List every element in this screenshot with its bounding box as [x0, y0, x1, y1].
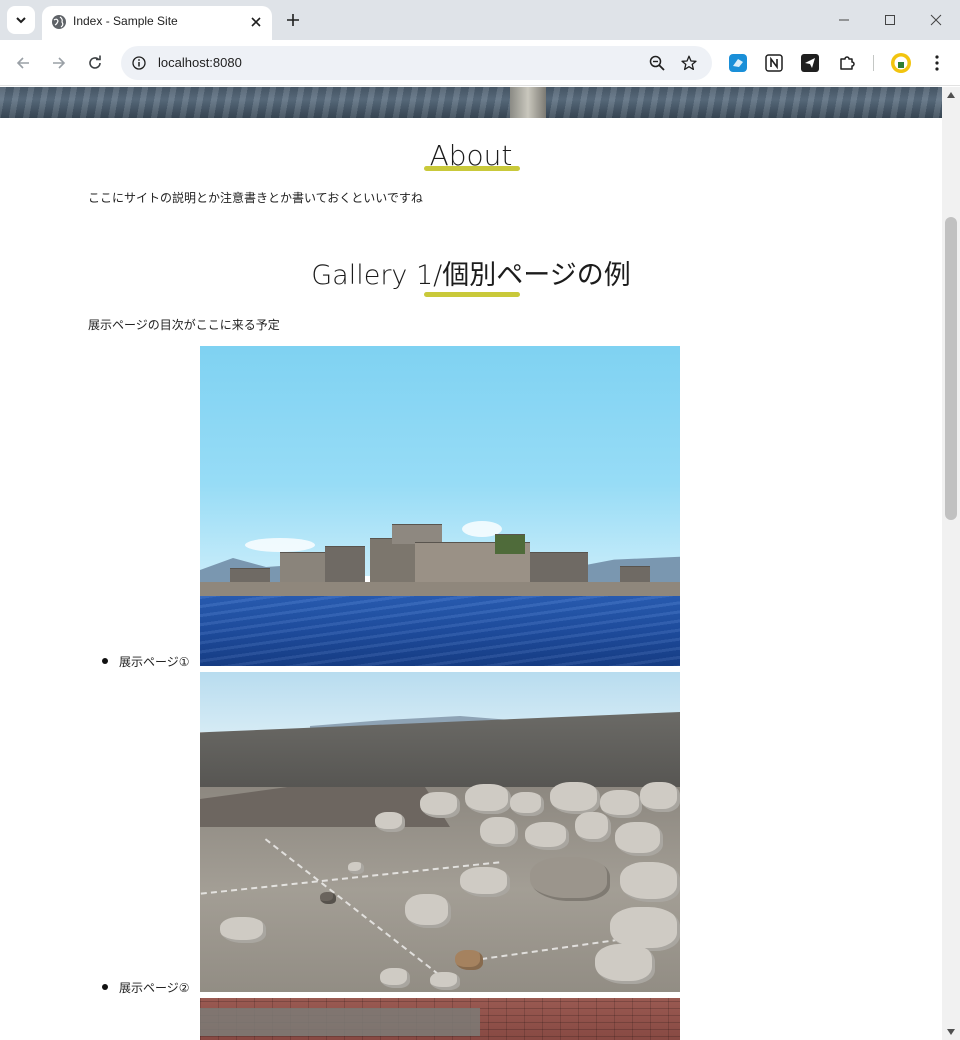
- chevron-down-icon: [16, 17, 26, 24]
- profile-avatar-icon: [891, 53, 911, 73]
- info-icon: [132, 56, 146, 70]
- close-window-icon: [930, 14, 942, 26]
- list-bullet: [102, 984, 108, 990]
- star-icon: [681, 55, 697, 71]
- maximize-button[interactable]: [879, 9, 901, 31]
- hero-image: [0, 87, 942, 118]
- notion-extension-button[interactable]: [763, 52, 785, 74]
- list-bullet: [102, 658, 108, 664]
- notion-extension-icon: [765, 54, 783, 72]
- translate-extension-button[interactable]: [727, 52, 749, 74]
- tab-bar: Index - Sample Site: [0, 0, 960, 40]
- address-bar[interactable]: localhost:8080: [121, 46, 712, 80]
- puzzle-icon: [840, 56, 855, 70]
- browser-toolbar: localhost:8080: [0, 40, 960, 86]
- gallery-item-2-link[interactable]: 展示ページ②: [119, 979, 190, 996]
- gallery-image-1[interactable]: [200, 346, 680, 666]
- tab-close-button[interactable]: [247, 13, 265, 31]
- gallery-heading: Gallery 1/個別ページの例: [0, 258, 942, 294]
- maximize-icon: [885, 15, 895, 25]
- globe-icon: [52, 15, 66, 29]
- arrow-left-icon: [16, 57, 29, 69]
- reload-icon: [89, 55, 101, 69]
- browser-tab-active[interactable]: Index - Sample Site: [42, 6, 272, 40]
- toolbar-separator: [873, 55, 874, 71]
- scroll-down-button[interactable]: [942, 1024, 960, 1040]
- url-text[interactable]: localhost:8080: [158, 55, 242, 70]
- gallery-image-2[interactable]: [200, 672, 680, 992]
- gallery-image-3[interactable]: [200, 998, 680, 1040]
- bookmark-button[interactable]: [679, 53, 699, 73]
- about-text: ここにサイトの説明とか注意書きとか書いておくといいですね: [88, 191, 423, 205]
- kebab-menu-icon: [935, 55, 939, 71]
- minimize-icon: [839, 19, 849, 21]
- tab-search-button[interactable]: [7, 6, 35, 34]
- profile-button[interactable]: [890, 52, 912, 74]
- zoom-button[interactable]: [647, 53, 667, 73]
- extensions-button[interactable]: [836, 52, 858, 74]
- zoom-out-icon: [649, 55, 665, 71]
- minimize-button[interactable]: [833, 9, 855, 31]
- heading-underline: [424, 292, 520, 297]
- triangle-up-icon: [947, 92, 955, 98]
- forward-button[interactable]: [47, 51, 71, 75]
- gallery-item-1-link[interactable]: 展示ページ①: [119, 653, 190, 670]
- scroll-up-button[interactable]: [942, 87, 960, 103]
- arrow-right-icon: [53, 57, 66, 69]
- send-extension-icon: [801, 54, 819, 72]
- gallery-intro: 展示ページの目次がここに来る予定: [88, 318, 280, 332]
- close-icon: [251, 17, 261, 27]
- page-viewport: About ここにサイトの説明とか注意書きとか書いておくといいですね Galle…: [0, 87, 942, 1040]
- close-window-button[interactable]: [925, 9, 947, 31]
- back-button[interactable]: [11, 51, 35, 75]
- new-tab-button[interactable]: [282, 9, 304, 31]
- send-extension-button[interactable]: [799, 52, 821, 74]
- heading-underline: [424, 166, 520, 171]
- browser-menu-button[interactable]: [926, 52, 948, 74]
- triangle-down-icon: [947, 1029, 955, 1035]
- page-scrollbar[interactable]: [942, 87, 960, 1040]
- gallery-heading-text: Gallery 1/個別ページの例: [311, 260, 631, 291]
- scrollbar-thumb[interactable]: [945, 217, 957, 520]
- translate-extension-icon: [729, 54, 747, 72]
- site-info-button[interactable]: [129, 53, 149, 73]
- tab-title: Index - Sample Site: [73, 14, 178, 28]
- plus-icon: [287, 14, 299, 26]
- reload-button[interactable]: [83, 51, 107, 75]
